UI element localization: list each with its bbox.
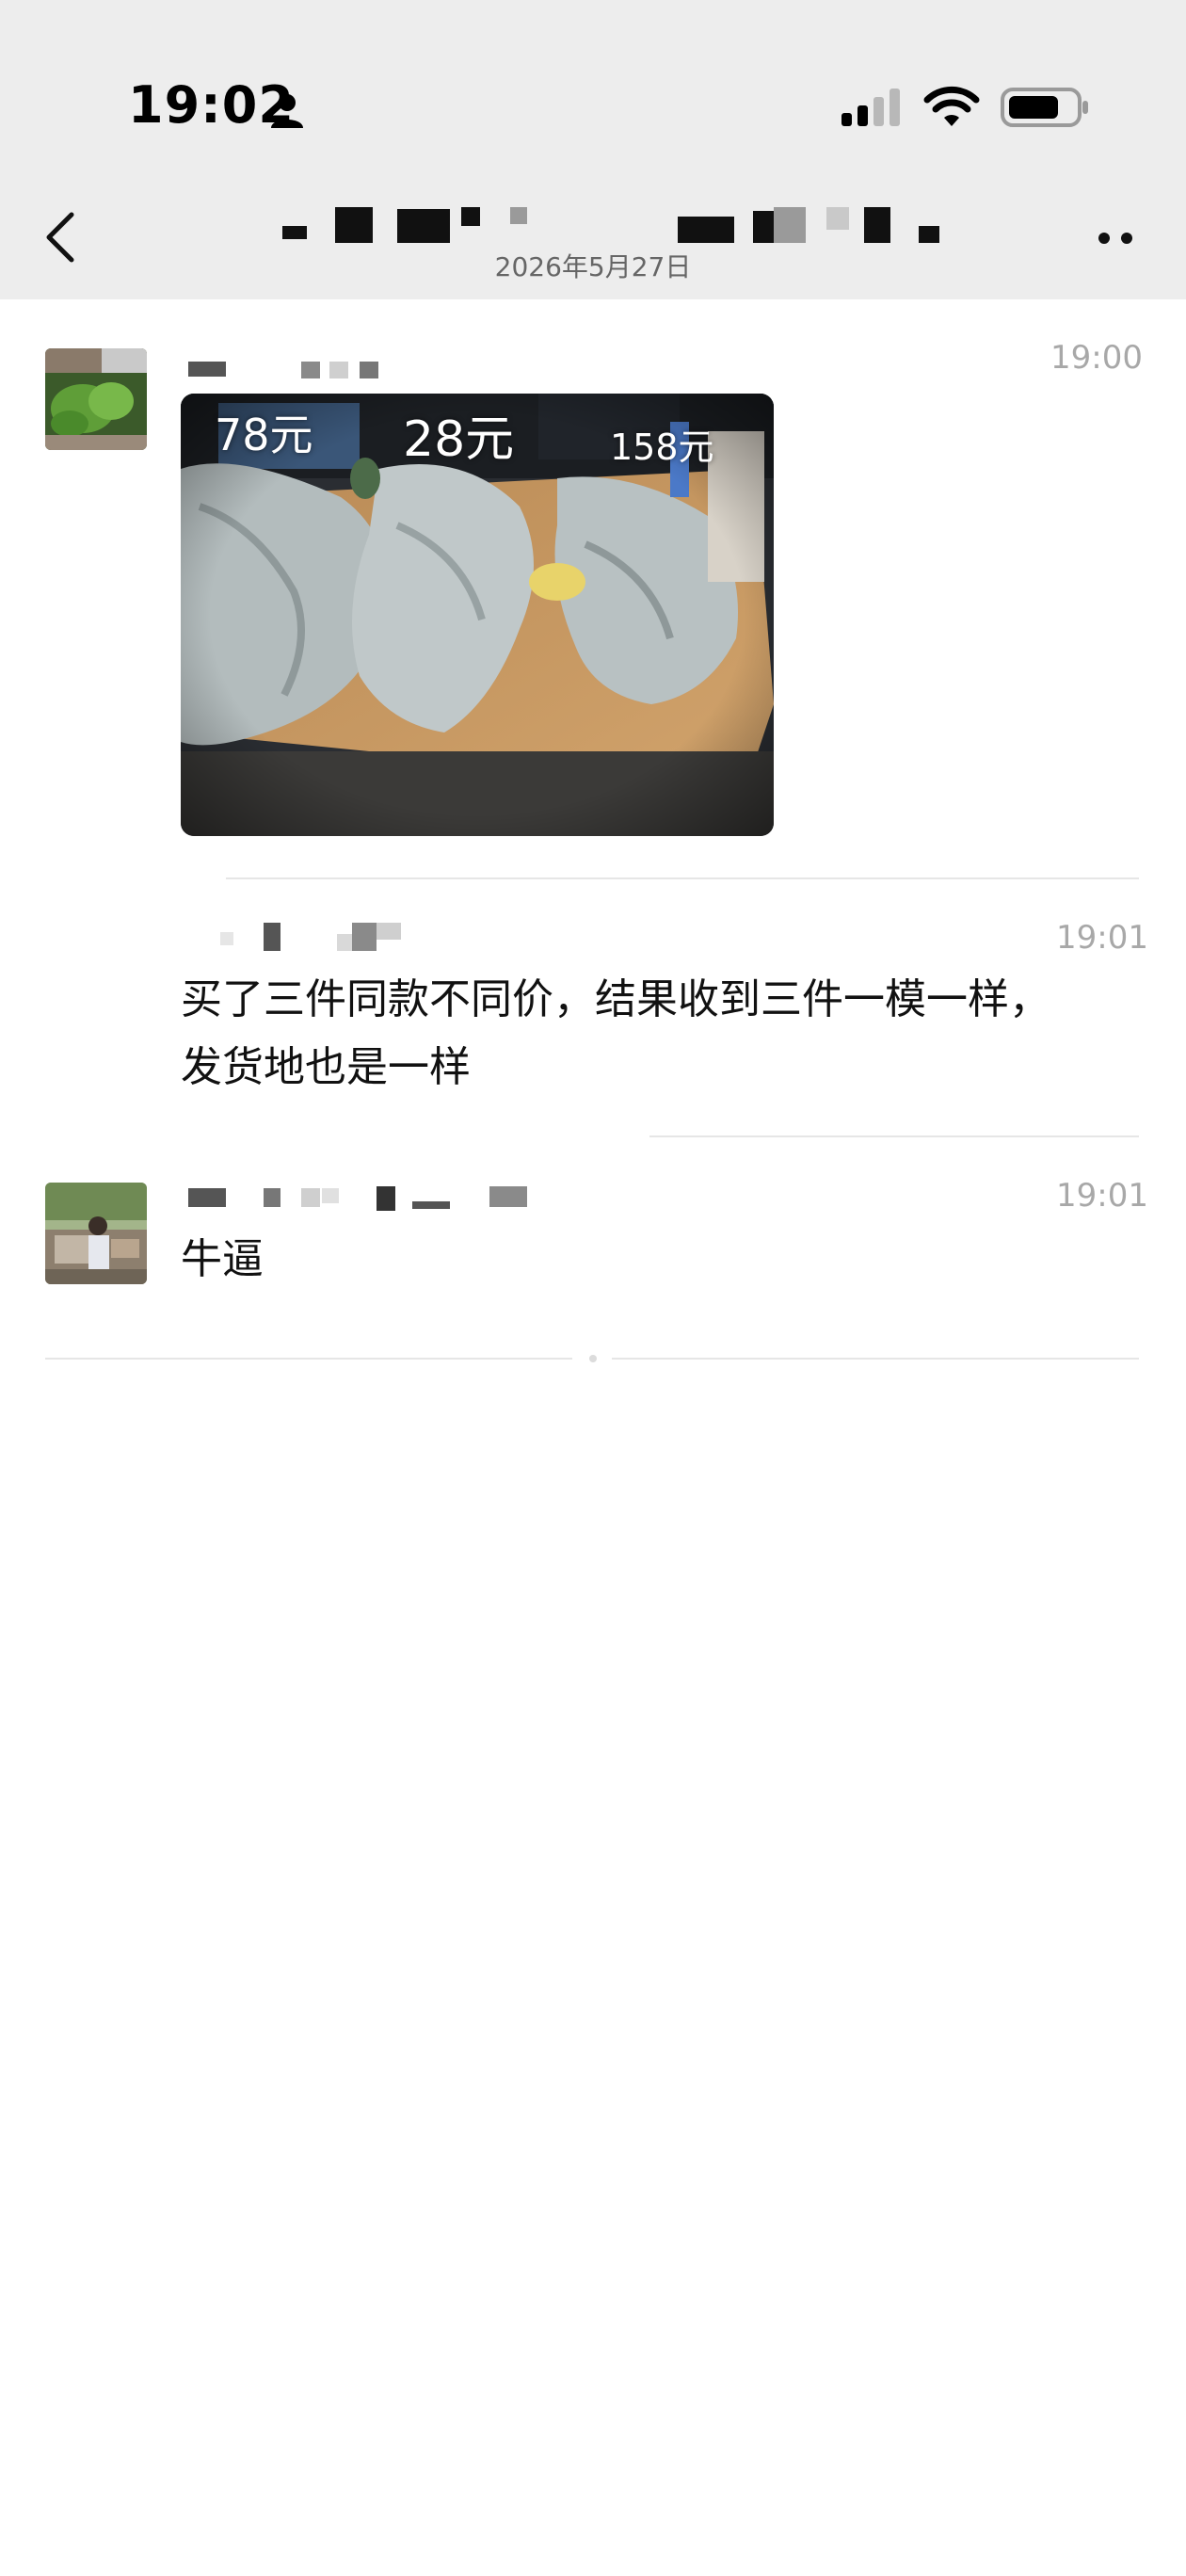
message-line: 买了三件同款不同价，结果收到三件一模一样， <box>181 975 1050 1023</box>
message-time: 19:00 <box>1050 339 1143 377</box>
message-line: 牛逼 <box>181 1235 264 1283</box>
chat-end-divider <box>612 1358 1139 1360</box>
battery-icon <box>1001 88 1088 127</box>
sender-name-redacted <box>188 362 378 378</box>
chat-end-dot <box>589 1355 597 1362</box>
more-dots-icon[interactable] <box>1098 232 1135 245</box>
message-divider <box>649 1135 1139 1137</box>
message-time: 19:01 <box>1056 919 1148 957</box>
message-time: 19:01 <box>1056 1177 1148 1215</box>
message-text[interactable]: 买了三件同款不同价，结果收到三件一模一样， 发货地也是一样 <box>181 966 1160 1102</box>
wifi-icon <box>923 86 980 126</box>
avatar[interactable] <box>45 1183 147 1284</box>
message-line: 发货地也是一样 <box>181 1043 471 1091</box>
chat-title-redacted <box>282 203 960 245</box>
top-bar: 19:02 2026年5月27日 <box>0 0 1186 299</box>
sender-name-redacted <box>220 923 401 951</box>
message-text[interactable]: 牛逼 <box>181 1226 1160 1294</box>
avatar[interactable] <box>45 348 147 450</box>
sender-name-redacted <box>188 1186 527 1211</box>
image-caption-28: 28元 <box>403 411 515 468</box>
chat-end-divider <box>45 1358 572 1360</box>
signal-strength-icon <box>841 89 900 126</box>
date-label: 2026年5月27日 <box>494 251 692 282</box>
image-caption-158: 158元 <box>610 427 714 468</box>
message-divider <box>226 877 1139 879</box>
person-icon <box>271 94 303 128</box>
image-caption-78: 78元 <box>215 410 313 460</box>
message-image[interactable]: 78元 28元 158元 <box>181 394 774 836</box>
